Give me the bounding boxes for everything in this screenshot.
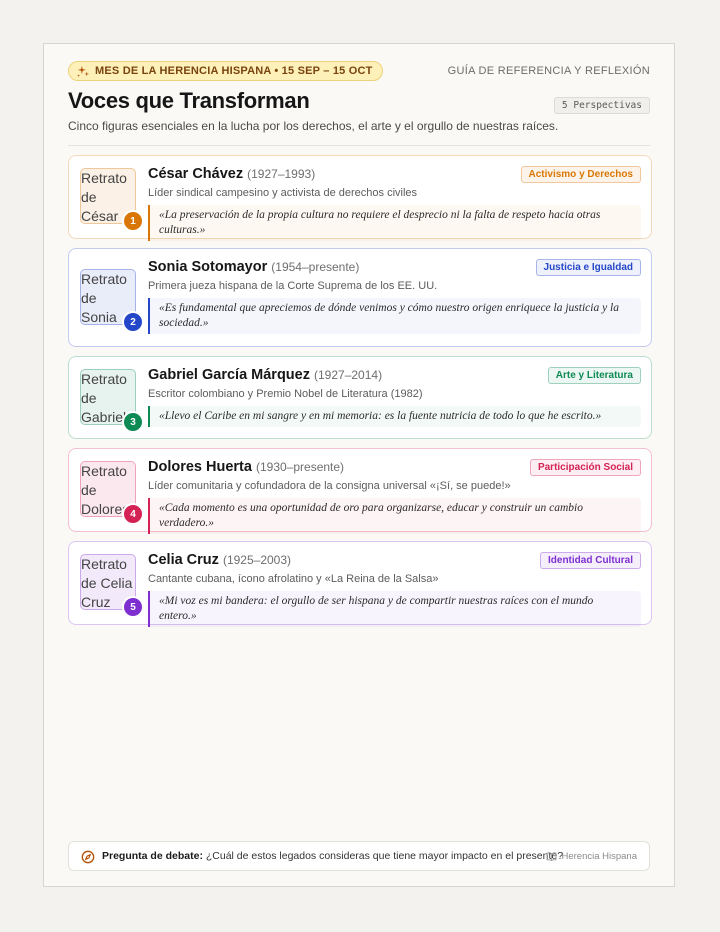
figure-name: Gabriel García Márquez (1927–2014) — [148, 367, 382, 383]
debate-question-label: Pregunta de debate: — [102, 850, 203, 862]
figure-number-badge: 5 — [122, 596, 144, 618]
figure-role: Líder comunitaria y cofundadora de la co… — [148, 480, 511, 492]
header-divider — [68, 145, 650, 146]
figure-role: Cantante cubana, ícono afrolatino y «La … — [148, 573, 439, 585]
category-tag: Participación Social — [529, 459, 641, 476]
figure-name: César Chávez (1927–1993) — [148, 166, 315, 182]
figure-card: Retrato de Sonia Sotomayor 2 Sonia Sotom… — [68, 248, 652, 347]
badge-text: MES DE LA HERENCIA HISPANA • 15 SEP – 15… — [95, 65, 373, 77]
figure-role: Líder sindical campesino y activista de … — [148, 187, 418, 199]
sparkles-icon — [77, 65, 90, 77]
figure-name: Dolores Huerta (1930–presente) — [148, 459, 344, 475]
figure-quote: «Cada momento es una oportunidad de oro … — [148, 498, 641, 534]
compass-icon — [81, 850, 95, 864]
figure-name-text: Celia Cruz — [148, 552, 219, 568]
figure-card: Retrato de Gabriel García Márquez 3 Gabr… — [68, 356, 652, 439]
figure-role: Escritor colombiano y Premio Nobel de Li… — [148, 388, 423, 400]
brand-text: Herencia Hispana — [561, 851, 637, 862]
figure-years: (1925–2003) — [222, 553, 292, 567]
brand-label: Herencia Hispana — [546, 851, 637, 862]
perspectives-count: 5 Perspectivas — [553, 97, 650, 114]
book-icon — [547, 852, 557, 862]
figure-name-text: Gabriel García Márquez — [148, 367, 310, 383]
guide-label: GUÍA DE REFERENCIA Y REFLEXIÓN — [447, 65, 650, 77]
figure-card: Retrato de Dolores Huerta 4 Dolores Huer… — [68, 448, 652, 534]
page-title: Voces que Transforman — [68, 88, 310, 113]
figure-number-badge: 4 — [122, 503, 144, 525]
figure-years: (1927–1993) — [247, 167, 316, 181]
figure-name-text: César Chávez — [148, 166, 244, 182]
debate-question-text: ¿Cuál de estos legados consideras que ti… — [205, 850, 564, 862]
figure-name: Sonia Sotomayor (1954–presente) — [148, 259, 359, 275]
figure-name-text: Sonia Sotomayor — [148, 259, 268, 275]
figure-number-badge: 2 — [122, 311, 144, 333]
figure-name: Celia Cruz (1925–2003) — [148, 552, 291, 568]
figure-role: Primera jueza hispana de la Corte Suprem… — [148, 280, 438, 292]
figure-number-badge: 3 — [122, 411, 144, 433]
figure-name-text: Dolores Huerta — [148, 459, 252, 475]
category-tag: Identidad Cultural — [540, 552, 641, 569]
figure-card: Retrato de Celia Cruz 5 Celia Cruz (1925… — [68, 541, 652, 627]
figure-years: (1930–presente) — [255, 460, 345, 474]
figure-quote: «La preservación de la propia cultura no… — [148, 205, 641, 241]
figure-years: (1954–presente) — [271, 260, 360, 274]
category-tag: Arte y Literatura — [547, 367, 641, 384]
debate-question-footer: Pregunta de debate: ¿Cuál de estos legad… — [68, 841, 650, 871]
figure-years: (1927–2014) — [314, 368, 383, 382]
category-tag: Justicia e Igualdad — [535, 259, 641, 276]
category-tag: Activismo y Derechos — [520, 166, 641, 183]
figure-card: Retrato de César Chávez 1 César Chávez (… — [68, 155, 652, 241]
figure-quote: «Es fundamental que apreciemos de dónde … — [148, 298, 641, 334]
debate-question: Pregunta de debate: ¿Cuál de estos legad… — [102, 850, 563, 862]
page-subtitle: Cinco figuras esenciales en la lucha por… — [68, 119, 559, 133]
heritage-month-badge: MES DE LA HERENCIA HISPANA • 15 SEP – 15… — [68, 61, 383, 81]
figure-quote: «Mi voz es mi bandera: el orgullo de ser… — [148, 591, 641, 627]
top-bar: MES DE LA HERENCIA HISPANA • 15 SEP – 15… — [68, 61, 650, 83]
figure-quote: «Llevo el Caribe en mi sangre y en mi me… — [148, 406, 641, 427]
figure-number-badge: 1 — [122, 210, 144, 232]
reference-page: MES DE LA HERENCIA HISPANA • 15 SEP – 15… — [43, 43, 675, 887]
